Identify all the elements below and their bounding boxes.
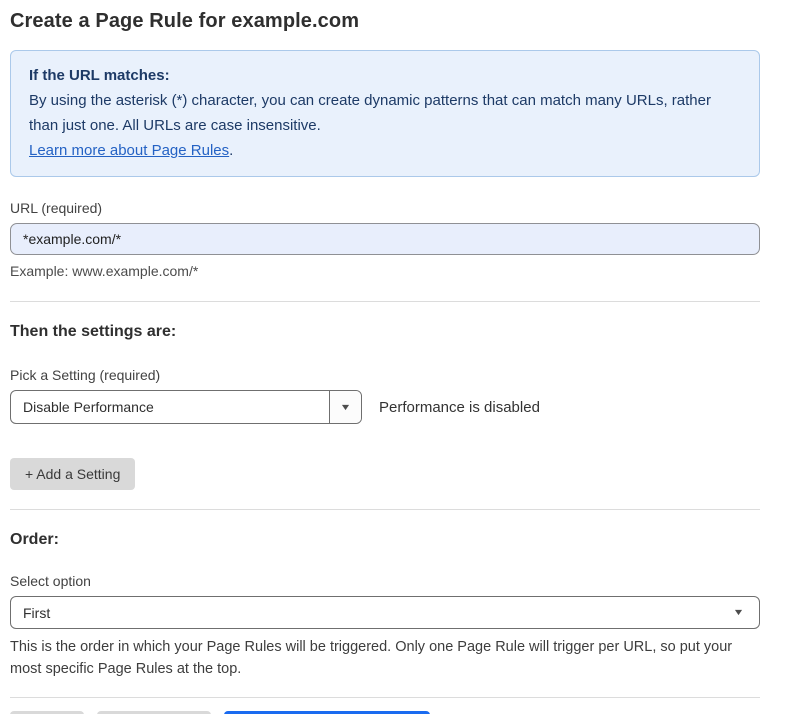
link-period: . (229, 142, 233, 159)
pick-setting-label: Pick a Setting (required) (10, 367, 760, 383)
order-select-label: Select option (10, 573, 760, 589)
order-help-text: This is the order in which your Page Rul… (10, 636, 760, 680)
order-select[interactable]: First ▼ (10, 596, 760, 629)
setting-select-caret-button[interactable]: ▼ (329, 391, 361, 423)
setting-select[interactable]: Disable Performance ▼ (10, 390, 362, 424)
learn-more-link[interactable]: Learn more about Page Rules (29, 142, 229, 159)
url-field-label: URL (required) (10, 200, 760, 216)
create-page-rule-panel: Create a Page Rule for example.com If th… (0, 0, 790, 714)
settings-section-heading: Then the settings are: (10, 323, 760, 341)
setting-select-value: Disable Performance (11, 391, 329, 423)
info-box-heading: If the URL matches: (29, 63, 741, 88)
caret-down-icon: ▼ (339, 403, 351, 412)
info-box-body: By using the asterisk (*) character, you… (29, 88, 741, 163)
setting-status-text: Performance is disabled (379, 399, 540, 416)
add-setting-button[interactable]: + Add a Setting (10, 458, 135, 490)
order-section-heading: Order: (10, 531, 760, 549)
order-select-value: First (23, 605, 734, 621)
url-input[interactable] (10, 223, 760, 255)
section-divider (10, 509, 760, 510)
footer-divider (10, 697, 760, 698)
info-box-body-text: By using the asterisk (*) character, you… (29, 92, 711, 134)
caret-down-icon: ▼ (733, 608, 745, 617)
url-matches-info-box: If the URL matches: By using the asteris… (10, 50, 760, 177)
setting-row: Disable Performance ▼ Performance is dis… (10, 390, 760, 424)
url-example-text: Example: www.example.com/* (10, 263, 760, 279)
section-divider (10, 301, 760, 302)
page-title: Create a Page Rule for example.com (10, 10, 760, 33)
